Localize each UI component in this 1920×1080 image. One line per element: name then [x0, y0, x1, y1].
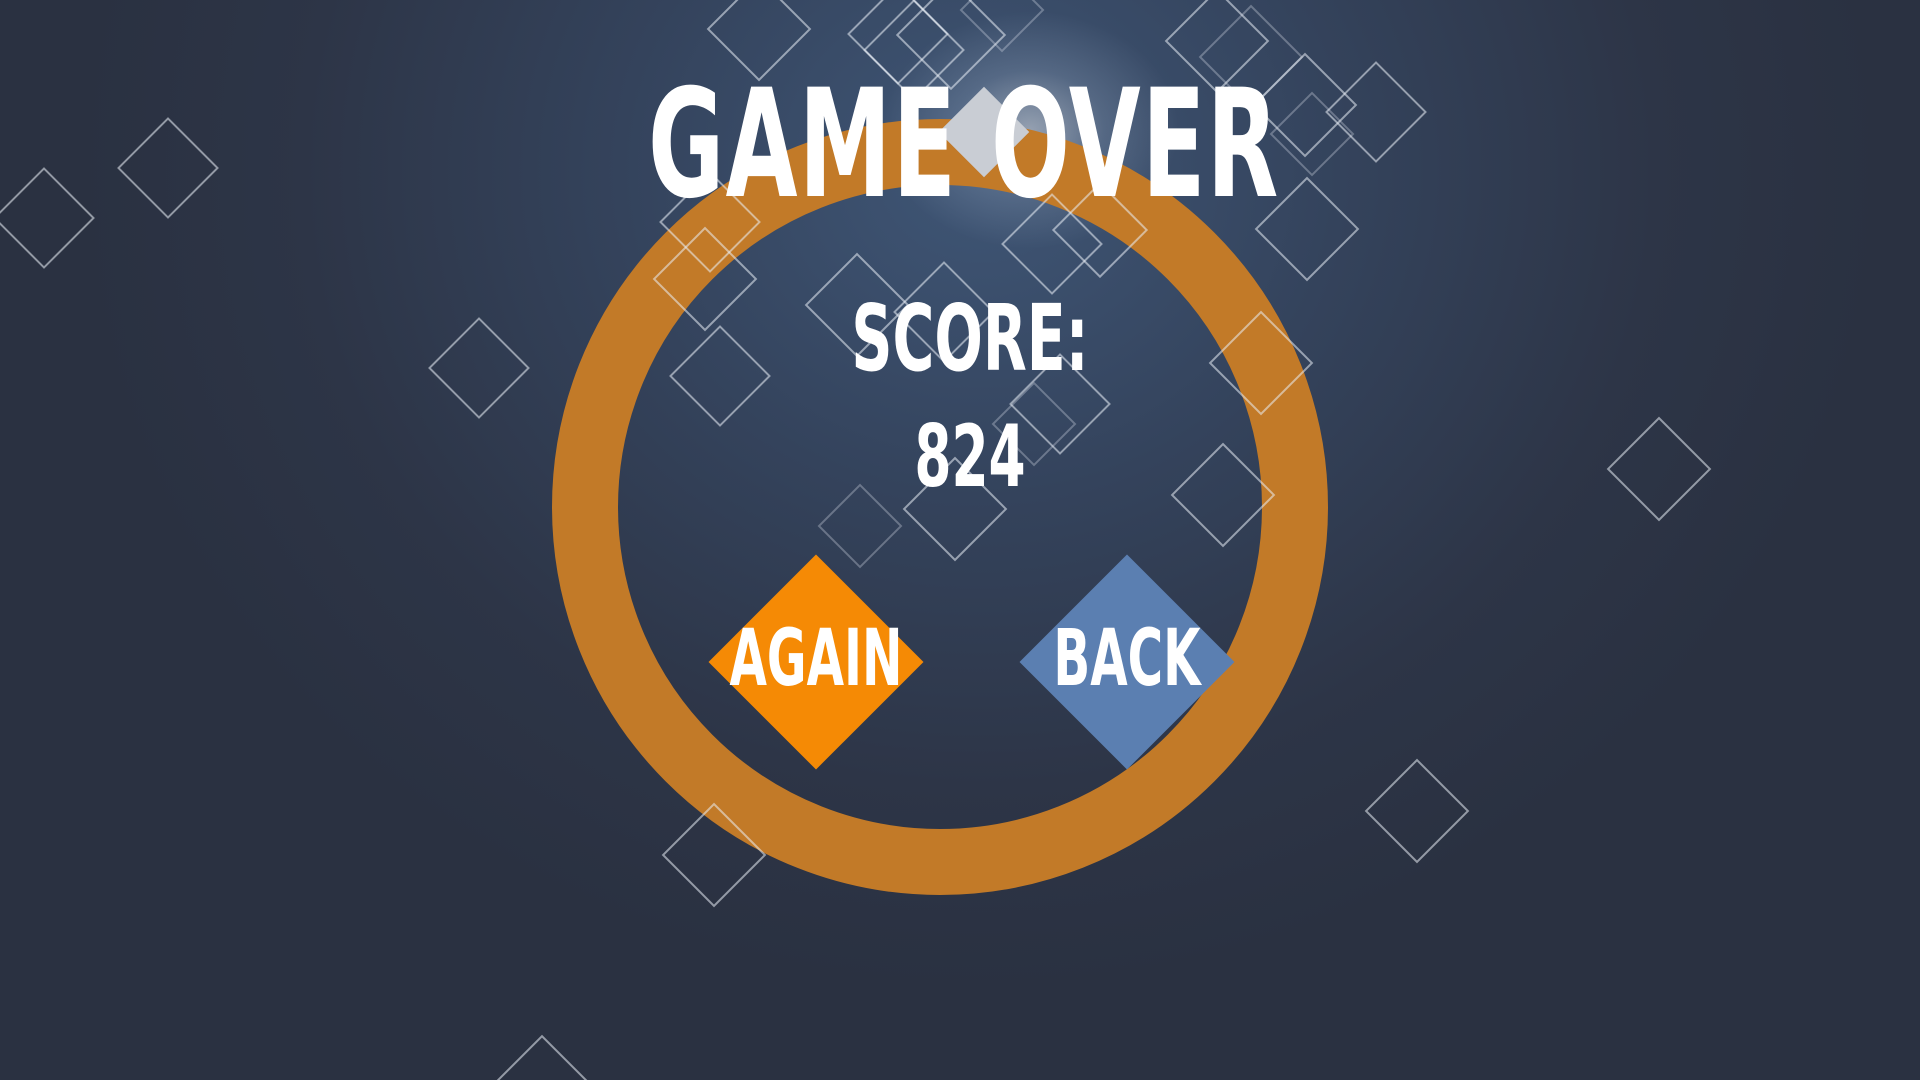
- game-over-title: GAME OVER: [647, 58, 1280, 232]
- score-value: 824: [914, 407, 1026, 507]
- floating-diamond: [1364, 758, 1470, 864]
- floating-diamond: [0, 167, 95, 269]
- game-over-screen: GAME OVER SCORE: 824 AGAIN BACK: [0, 0, 1920, 1080]
- floating-diamond: [1606, 416, 1712, 522]
- score-label: SCORE:: [851, 285, 1089, 392]
- floating-diamond: [496, 1034, 588, 1080]
- floating-diamond: [117, 117, 219, 219]
